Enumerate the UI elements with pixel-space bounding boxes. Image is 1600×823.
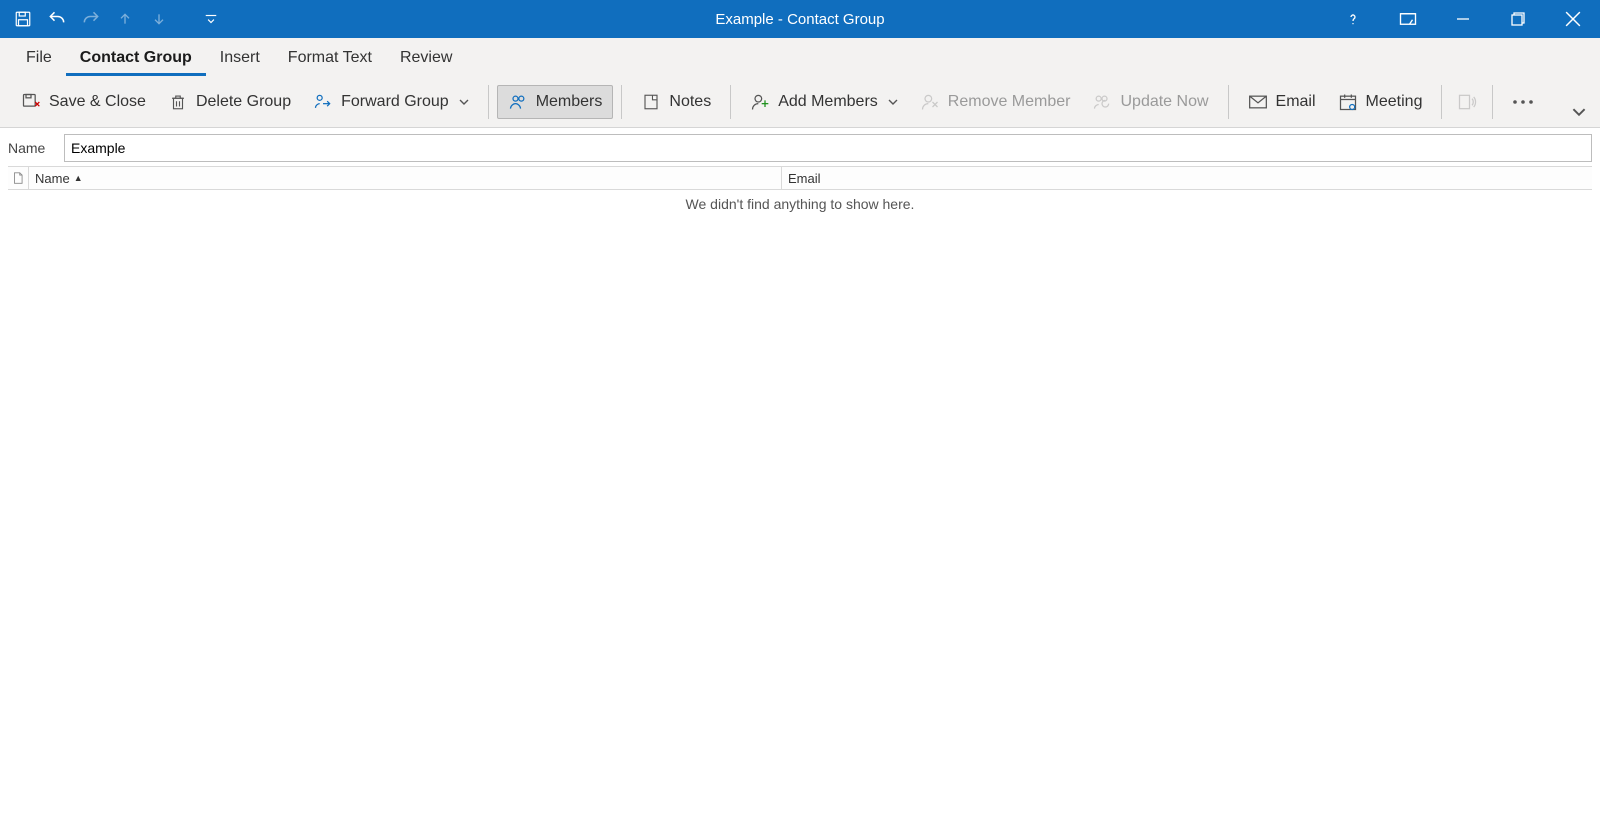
ribbon: Save & Close Delete Group bbox=[0, 77, 1600, 128]
tab-insert[interactable]: Insert bbox=[206, 41, 274, 76]
add-members-label: Add Members bbox=[778, 93, 878, 111]
read-aloud-icon bbox=[1457, 92, 1477, 112]
forward-group-button[interactable]: Forward Group bbox=[302, 85, 480, 119]
update-now-label: Update Now bbox=[1120, 93, 1208, 111]
window-controls bbox=[1325, 0, 1600, 38]
meeting-icon bbox=[1338, 92, 1358, 112]
sort-asc-icon: ▲ bbox=[74, 173, 83, 183]
notes-button[interactable]: Notes bbox=[630, 85, 722, 119]
column-email[interactable]: Email bbox=[782, 167, 1592, 189]
update-now-button: Update Now bbox=[1081, 85, 1219, 119]
save-icon[interactable] bbox=[10, 6, 36, 32]
column-icon[interactable] bbox=[8, 167, 29, 189]
close-button[interactable] bbox=[1545, 0, 1600, 38]
email-icon bbox=[1248, 92, 1268, 112]
titlebar: Example - Contact Group bbox=[0, 0, 1600, 38]
notes-label: Notes bbox=[669, 93, 711, 111]
remove-member-label: Remove Member bbox=[948, 93, 1071, 111]
read-aloud-button bbox=[1450, 85, 1484, 119]
maximize-button[interactable] bbox=[1490, 0, 1545, 38]
member-list-header: Name ▲ Email bbox=[8, 166, 1592, 190]
ribbon-display-options-icon[interactable] bbox=[1380, 0, 1435, 38]
ellipsis-icon bbox=[1510, 92, 1536, 112]
meeting-label: Meeting bbox=[1366, 93, 1423, 111]
column-email-label: Email bbox=[788, 171, 821, 186]
empty-list-message: We didn't find anything to show here. bbox=[0, 190, 1600, 212]
previous-item-icon bbox=[112, 6, 138, 32]
update-now-icon bbox=[1092, 92, 1112, 112]
notes-icon bbox=[641, 92, 661, 112]
save-close-button[interactable]: Save & Close bbox=[10, 85, 157, 119]
save-close-label: Save & Close bbox=[49, 93, 146, 111]
column-name-label: Name bbox=[35, 171, 70, 186]
name-label: Name bbox=[8, 140, 52, 156]
chevron-down-icon bbox=[459, 97, 469, 107]
separator bbox=[1492, 85, 1493, 119]
next-item-icon bbox=[146, 6, 172, 32]
separator bbox=[1441, 85, 1442, 119]
tab-format-text[interactable]: Format Text bbox=[274, 41, 386, 76]
group-name-input[interactable] bbox=[64, 134, 1592, 162]
column-name[interactable]: Name ▲ bbox=[29, 167, 782, 189]
help-icon[interactable] bbox=[1325, 0, 1380, 38]
meeting-button[interactable]: Meeting bbox=[1327, 85, 1434, 119]
trash-icon bbox=[168, 92, 188, 112]
name-row: Name bbox=[0, 128, 1600, 166]
add-members-button[interactable]: Add Members bbox=[739, 85, 909, 119]
tab-file[interactable]: File bbox=[12, 41, 66, 76]
more-commands-button[interactable] bbox=[1501, 85, 1545, 119]
delete-group-button[interactable]: Delete Group bbox=[157, 85, 302, 119]
undo-icon[interactable] bbox=[44, 6, 70, 32]
separator bbox=[621, 85, 622, 119]
separator bbox=[1228, 85, 1229, 119]
redo-icon bbox=[78, 6, 104, 32]
forward-group-icon bbox=[313, 92, 333, 112]
delete-group-label: Delete Group bbox=[196, 93, 291, 111]
remove-member-icon bbox=[920, 92, 940, 112]
customize-qat-icon[interactable] bbox=[198, 6, 224, 32]
members-button[interactable]: Members bbox=[497, 85, 614, 119]
members-icon bbox=[508, 92, 528, 112]
members-label: Members bbox=[536, 93, 603, 111]
separator bbox=[730, 85, 731, 119]
add-member-icon bbox=[750, 92, 770, 112]
ribbon-tabs: File Contact Group Insert Format Text Re… bbox=[0, 38, 1600, 77]
collapse-ribbon-icon[interactable] bbox=[1568, 101, 1590, 123]
minimize-button[interactable] bbox=[1435, 0, 1490, 38]
save-close-icon bbox=[21, 92, 41, 112]
chevron-down-icon bbox=[888, 97, 898, 107]
email-label: Email bbox=[1276, 93, 1316, 111]
email-button[interactable]: Email bbox=[1237, 85, 1327, 119]
forward-group-label: Forward Group bbox=[341, 93, 449, 111]
tab-review[interactable]: Review bbox=[386, 41, 466, 76]
tab-contact-group[interactable]: Contact Group bbox=[66, 41, 206, 76]
remove-member-button: Remove Member bbox=[909, 85, 1082, 119]
separator bbox=[488, 85, 489, 119]
quick-access-toolbar bbox=[0, 6, 224, 32]
